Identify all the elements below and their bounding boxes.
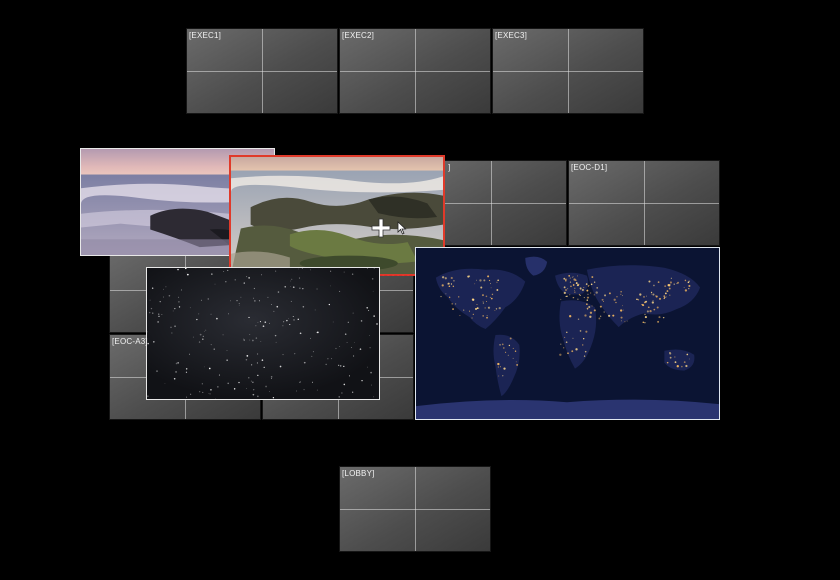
window-world-night[interactable] [415,247,720,420]
window-rocky-shore[interactable] [229,155,445,276]
display-exec3[interactable]: [EXEC3] [492,28,644,114]
display-label: [EOC-A3] [112,337,148,346]
display-label: [EXEC2] [342,31,375,40]
earth-at-night-image [416,248,719,419]
display-lobby[interactable]: [LOBBY] [339,466,491,552]
window-starfield[interactable] [146,267,380,400]
display-exec1[interactable]: [EXEC1] [186,28,338,114]
display-eoc-d1[interactable]: [EOC-D1] [568,160,720,246]
display-label: [EXEC1] [189,31,222,40]
display-label: [LOBBY] [342,469,375,478]
display-label: [EOC-D1] [571,163,608,172]
display-label: [EXEC3] [495,31,528,40]
display-exec2[interactable]: [EXEC2] [339,28,491,114]
starfield-image [147,268,379,399]
rocky-shore-image [231,157,443,274]
display-label: ] [448,163,451,172]
